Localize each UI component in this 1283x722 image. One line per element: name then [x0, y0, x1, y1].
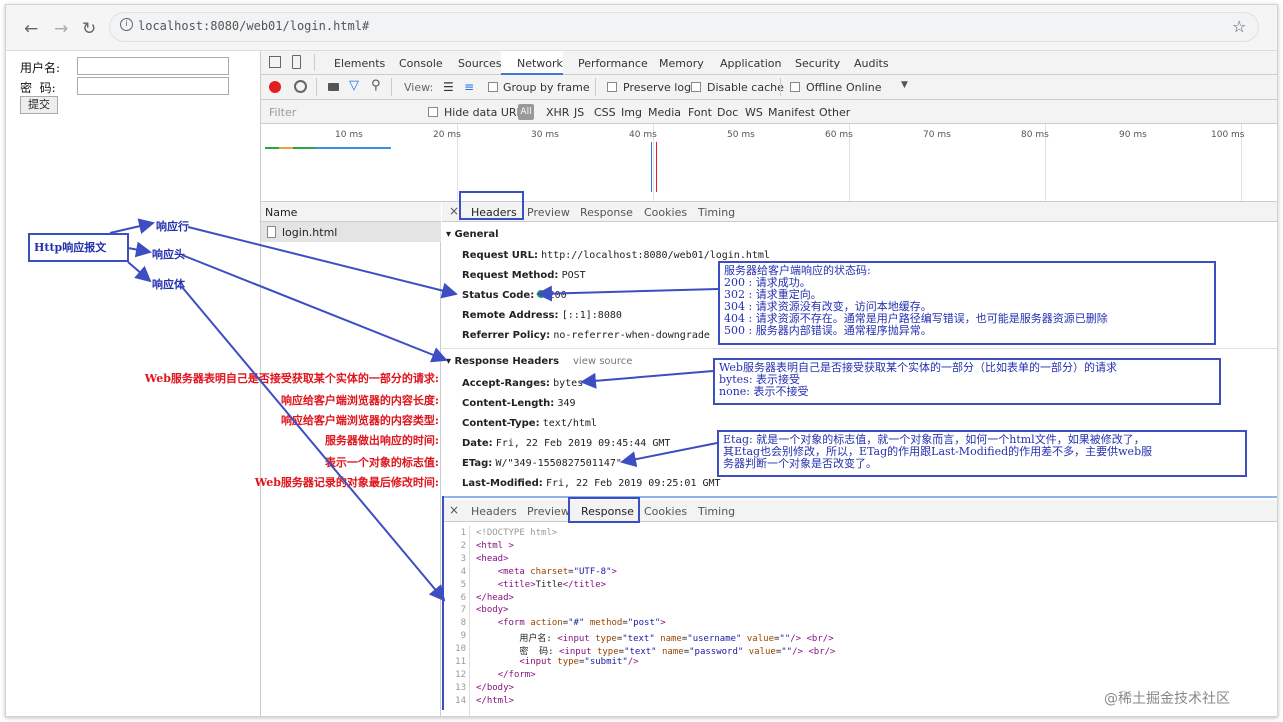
- arrow-note-to-etag: [620, 442, 718, 468]
- screenshot-frame: ← → ↻ i localhost:8080/web01/login.html#…: [5, 4, 1278, 717]
- arrow-note-to-status-code: [536, 285, 719, 302]
- watermark: @稀土掘金技术社区: [1104, 691, 1230, 707]
- annotation-arrows: [109, 218, 719, 602]
- arrow-to-body: [127, 261, 152, 283]
- arrow-status-line-to-status-code: [187, 226, 458, 299]
- arrow-headers-to-response-headers: [181, 254, 448, 363]
- arrow-to-status-line: [109, 218, 155, 234]
- arrow-note-to-accept-ranges: [580, 370, 714, 389]
- arrow-body-to-response: [181, 286, 446, 602]
- arrow-to-headers: [127, 241, 152, 258]
